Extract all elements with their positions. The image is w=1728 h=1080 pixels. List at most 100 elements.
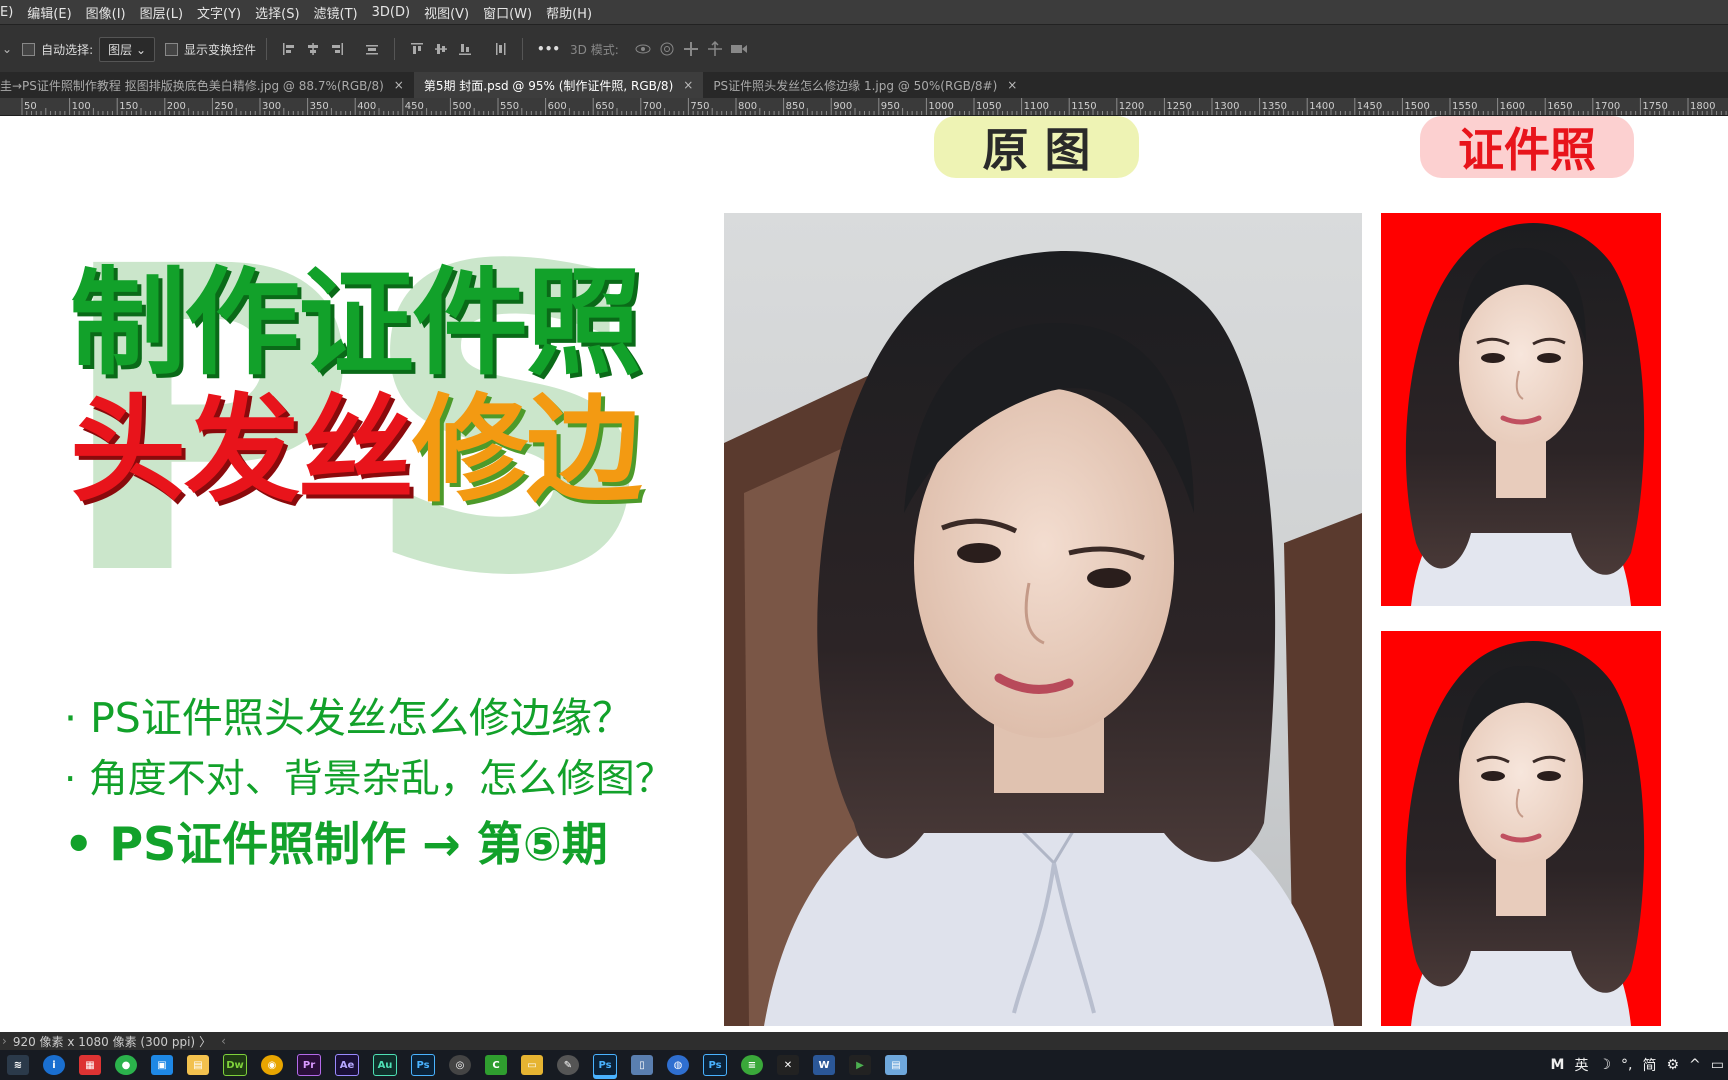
close-icon[interactable]: ×: [1007, 78, 1017, 92]
browser-icon[interactable]: ◍: [667, 1055, 689, 1075]
menu-item-type[interactable]: 文字(Y): [190, 3, 248, 22]
ruler-label: 750: [690, 101, 709, 112]
ime-language[interactable]: 英: [1574, 1055, 1588, 1075]
camera-3d-icon[interactable]: [728, 41, 750, 57]
ruler-label: 700: [643, 101, 662, 112]
ruler-label: 300: [262, 101, 281, 112]
play-icon[interactable]: ▶: [849, 1055, 871, 1075]
slide-3d-icon[interactable]: [704, 41, 726, 57]
bullet-2: · 角度不对、背景杂乱，怎么修图？: [64, 757, 674, 802]
notes-icon[interactable]: ▤: [187, 1055, 209, 1075]
folder-icon[interactable]: ▭: [521, 1055, 543, 1075]
ruler-label: 950: [881, 101, 900, 112]
close-icon[interactable]: ×: [683, 78, 693, 92]
audition-icon[interactable]: Au: [373, 1054, 397, 1076]
label-id-photo: 证件照: [1420, 116, 1634, 178]
tool-preset-chevron-icon[interactable]: ⌄: [2, 42, 12, 56]
title-line-2: 头发丝修边: [70, 393, 642, 509]
menu-item-window[interactable]: 窗口(W): [476, 3, 539, 22]
chevron-down-icon: ⌄: [135, 42, 147, 57]
photoshop-active-icon[interactable]: Ps: [593, 1054, 617, 1076]
green-app-icon[interactable]: ≡: [741, 1055, 763, 1075]
ruler-label: 900: [833, 101, 852, 112]
ime-simplified[interactable]: 简: [1642, 1055, 1656, 1075]
menu-item-image[interactable]: 图像(I): [79, 3, 133, 22]
wechat-icon[interactable]: ●: [115, 1055, 137, 1075]
capcut-icon[interactable]: ✕: [777, 1055, 799, 1075]
menu-item-3d[interactable]: 3D(D): [365, 5, 417, 20]
align-top-icon[interactable]: [406, 41, 428, 57]
id-photo-1: [1381, 213, 1661, 606]
distribute-icon[interactable]: [361, 41, 383, 57]
orbit-3d-icon[interactable]: [632, 41, 654, 57]
tab-label: PS证件照头发丝怎么修边缘 1.jpg @ 50%(RGB/8#): [713, 78, 998, 93]
photoshop-icon[interactable]: Ps: [411, 1054, 435, 1076]
store-icon[interactable]: ▣: [151, 1055, 173, 1075]
pan-3d-icon[interactable]: [680, 41, 702, 57]
status-menu-arrow[interactable]: 〉: [199, 1033, 211, 1050]
scroll-left-arrow[interactable]: ‹: [221, 1034, 226, 1048]
auto-select-dropdown[interactable]: 图层 ⌄: [99, 36, 156, 62]
auto-select-value: 图层: [108, 42, 133, 57]
divider: [394, 38, 396, 60]
word-icon[interactable]: W: [813, 1055, 835, 1075]
moon-icon[interactable]: ☽: [1598, 1057, 1611, 1073]
ruler-label: 500: [452, 101, 471, 112]
horizontal-ruler[interactable]: 50 100 150 200 250 300 350 400 450 500 550 600 650 70…: [0, 98, 1728, 116]
align-bottom-icon[interactable]: [454, 41, 476, 57]
status-bar: › 920 像素 x 1080 像素 (300 ppi) 〉 ‹: [0, 1032, 1728, 1050]
ruler-label: 550: [500, 101, 519, 112]
menu-item-layer[interactable]: 图层(L): [133, 3, 190, 22]
tab-document-2[interactable]: 第5期 封面.psd @ 95% (制作证件照, RGB/8) ×: [413, 72, 704, 98]
document-icon[interactable]: ▯: [631, 1055, 653, 1075]
label-id-photo-text: 证件照: [1458, 123, 1596, 177]
paint-icon[interactable]: ✎: [557, 1055, 579, 1075]
network-icon[interactable]: ≋: [7, 1055, 29, 1075]
divider: [266, 38, 268, 60]
ruler-label: 150: [119, 101, 138, 112]
menu-item-edit[interactable]: 编辑(E): [20, 3, 78, 22]
photoshop-2-icon[interactable]: Ps: [703, 1054, 727, 1076]
dreamweaver-icon[interactable]: Dw: [223, 1054, 247, 1076]
menu-item-help[interactable]: 帮助(H): [539, 3, 599, 22]
menu-item-file[interactable]: E): [0, 5, 20, 20]
auto-select-checkbox[interactable]: [22, 42, 36, 56]
ruler-label: 100: [72, 101, 91, 112]
document-canvas[interactable]: PS 制作证件照 头发丝修边 · PS证件照头发丝怎么修边缘？ · 角度不对、背…: [0, 116, 1728, 1032]
after-effects-icon[interactable]: Ae: [335, 1054, 359, 1076]
punctuation-icon[interactable]: °,: [1621, 1057, 1632, 1073]
tab-document-3[interactable]: PS证件照头发丝怎么修边缘 1.jpg @ 50%(RGB/8#) ×: [703, 72, 1027, 98]
align-left-icon[interactable]: [278, 41, 300, 57]
calculator-icon[interactable]: ▦: [79, 1055, 101, 1075]
align-right-icon[interactable]: [326, 41, 348, 57]
id-photo-2: [1381, 631, 1661, 1026]
label-original: 原 图: [934, 116, 1139, 178]
roll-3d-icon[interactable]: [656, 41, 678, 57]
distribute-vertical-icon[interactable]: [489, 41, 511, 57]
screen-icon[interactable]: ▭: [1711, 1057, 1724, 1073]
auto-select-label: 自动选择:: [41, 42, 94, 57]
show-transform-checkbox[interactable]: [165, 42, 179, 56]
more-options-icon[interactable]: •••: [537, 42, 560, 56]
notepad-icon[interactable]: ▤: [885, 1055, 907, 1075]
align-vcenter-icon[interactable]: [430, 41, 452, 57]
chrome-icon[interactable]: ◉: [261, 1055, 283, 1075]
menu-item-select[interactable]: 选择(S): [248, 3, 306, 22]
menu-item-filter[interactable]: 滤镜(T): [307, 3, 365, 22]
ruler-label: 200: [167, 101, 186, 112]
premiere-icon[interactable]: Pr: [297, 1054, 321, 1076]
tab-document-1[interactable]: 圭→PS证件照制作教程 抠图排版换底色美白精修.jpg @ 88.7%(RGB/…: [0, 72, 414, 98]
ime-m-icon[interactable]: M: [1551, 1057, 1565, 1073]
steam-icon[interactable]: ◎: [449, 1055, 471, 1075]
status-left-marker: ›: [2, 1034, 7, 1048]
tray-expand-icon[interactable]: ^: [1689, 1057, 1701, 1073]
ruler-label: 600: [548, 101, 567, 112]
camtasia-icon[interactable]: C: [485, 1055, 507, 1075]
options-bar: ⌄ 自动选择: 图层 ⌄ 显示变换控件 ••• 3D 模式:: [0, 24, 1728, 74]
taskbar: ≋ i ▦ ● ▣ ▤ Dw ◉ Pr Ae Au Ps ◎ C ▭ ✎ Ps …: [0, 1050, 1728, 1080]
close-icon[interactable]: ×: [394, 78, 404, 92]
align-hcenter-icon[interactable]: [302, 41, 324, 57]
settings-icon[interactable]: ⚙: [1666, 1057, 1679, 1073]
menu-item-view[interactable]: 视图(V): [417, 3, 476, 22]
app-icon-blue[interactable]: i: [43, 1055, 65, 1075]
